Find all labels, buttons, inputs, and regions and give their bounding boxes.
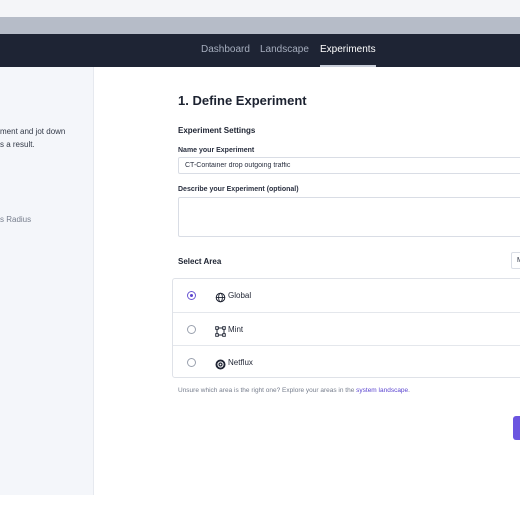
sidebar-description-line2: s a result. [0, 140, 35, 149]
nav-dashboard[interactable]: Dashboard [201, 34, 250, 67]
nav-landscape[interactable]: Landscape [260, 34, 309, 67]
browser-band [0, 17, 520, 34]
page-bottom-area [0, 495, 520, 520]
top-strip [0, 0, 520, 17]
area-option-global[interactable]: Global [173, 279, 520, 312]
area-option-netflux[interactable]: Netflux [173, 345, 520, 379]
next-button[interactable] [513, 416, 520, 440]
experiment-name-input[interactable] [178, 157, 520, 174]
sidebar-radius-label: s Radius [0, 215, 32, 224]
globe-icon [215, 290, 226, 303]
radio-netflux[interactable] [187, 358, 196, 367]
describe-label: Describe your Experiment (optional) [178, 186, 299, 193]
frame-icon [215, 324, 226, 337]
nav-experiments[interactable]: Experiments [320, 34, 376, 67]
sidebar-description-line1: ment and jot down [0, 127, 66, 136]
select-area-heading: Select Area [178, 257, 222, 266]
area-name-global: Global [228, 291, 252, 300]
sidebar: ment and jot down s a result. s Radius [0, 67, 94, 495]
area-name-netflux: Netflux [228, 358, 253, 367]
main-panel: 1. Define Experiment Experiment Settings… [94, 67, 520, 495]
area-option-mint[interactable]: Mint [173, 312, 520, 346]
page-title: 1. Define Experiment [178, 93, 307, 108]
experiment-description-textarea[interactable] [178, 197, 520, 237]
helper-text-body: Unsure which area is the right one? Expl… [178, 387, 355, 394]
top-navbar: Dashboard Landscape Experiments [0, 34, 520, 67]
area-list: Global Mint Netflux [172, 278, 520, 378]
helper-text: Unsure which area is the right one? Expl… [178, 387, 410, 394]
select-area-action-button[interactable]: M [511, 252, 520, 269]
area-name-mint: Mint [228, 325, 244, 334]
name-label: Name your Experiment [178, 147, 255, 154]
helper-text-end: . [408, 387, 410, 394]
radio-global[interactable] [187, 291, 196, 300]
experiment-settings-heading: Experiment Settings [178, 126, 256, 135]
radio-mint[interactable] [187, 325, 196, 334]
netflux-logo-icon [215, 357, 226, 370]
system-landscape-link[interactable]: system landscape [356, 387, 408, 394]
